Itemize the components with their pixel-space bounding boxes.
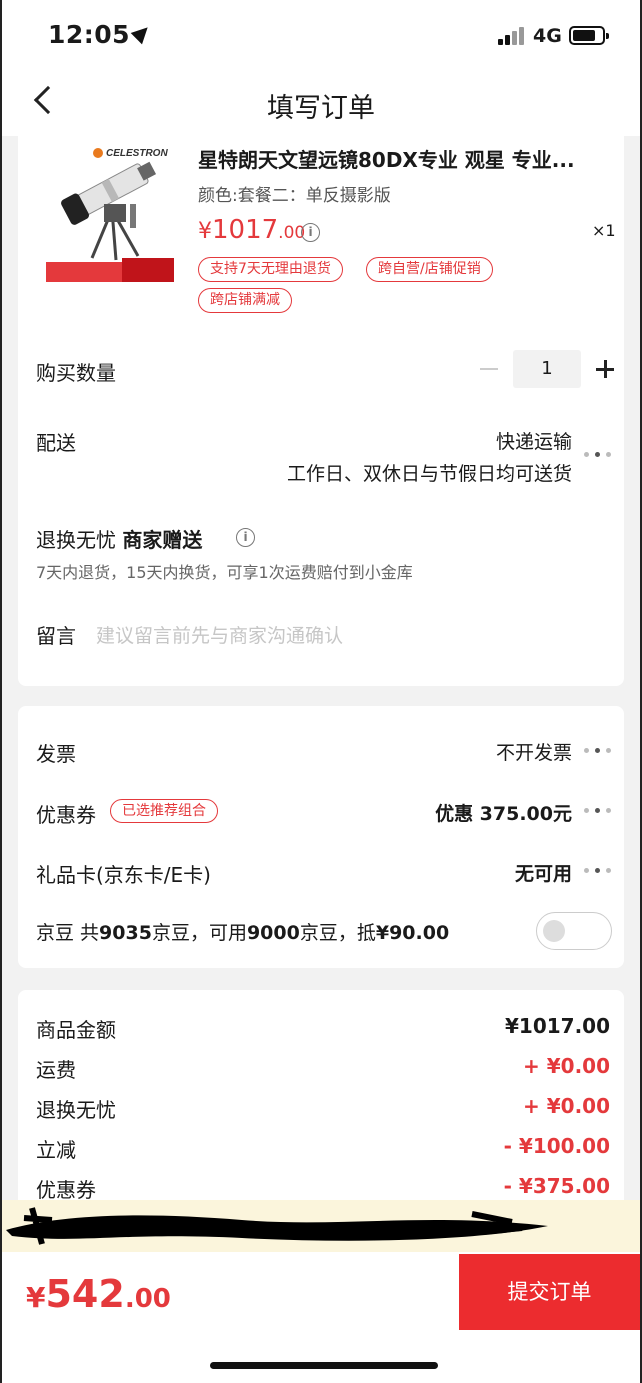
summary-coupon-label: 优惠券 bbox=[36, 1178, 96, 1202]
delivery-label: 配送 bbox=[36, 431, 76, 455]
delivery-more-icon[interactable] bbox=[584, 451, 614, 459]
page-title: 填写订单 bbox=[267, 93, 375, 124]
invoice-value[interactable]: 不开发票 bbox=[496, 738, 572, 765]
coupon-label: 优惠券 bbox=[36, 803, 96, 827]
summary-goods-value: ¥1017.00 bbox=[504, 1014, 610, 1038]
jingdou-toggle[interactable] bbox=[536, 912, 612, 950]
product-image[interactable]: CELESTRON bbox=[46, 140, 174, 282]
cellular-signal-icon bbox=[498, 27, 526, 45]
product-title[interactable]: 星特朗天文望远镜80DX专业 观星 专业... bbox=[198, 144, 608, 173]
summary-shipping-value: + ¥0.00 bbox=[523, 1054, 610, 1078]
tag-cross-store-discount: 跨店铺满减 bbox=[198, 288, 292, 313]
quantity-increase-button[interactable] bbox=[596, 360, 614, 378]
product-spec: 颜色:套餐二：单反摄影版 bbox=[198, 186, 391, 206]
brand-logo-text: CELESTRON bbox=[106, 148, 168, 159]
summary-coupon-value: - ¥375.00 bbox=[503, 1174, 610, 1198]
product-quantity: ×1 bbox=[592, 221, 616, 240]
battery-icon bbox=[569, 26, 609, 45]
price-info-icon[interactable]: i bbox=[301, 223, 320, 242]
giftcard-more-icon[interactable] bbox=[584, 867, 614, 875]
invoice-label: 发票 bbox=[36, 742, 76, 766]
summary-shipping-label: 运费 bbox=[36, 1058, 76, 1082]
quantity-input[interactable]: 1 bbox=[513, 350, 581, 388]
worry-free-description: 7天内退货，15天内换货，可享1次运费赔付到小金库 bbox=[36, 563, 413, 582]
tag-cross-store-promo: 跨自营/店铺促销 bbox=[366, 257, 493, 282]
submit-order-button[interactable]: 提交订单 bbox=[459, 1254, 640, 1330]
checkout-bar: ¥542.00 提交订单 bbox=[2, 1252, 640, 1383]
home-indicator bbox=[210, 1362, 438, 1369]
address-notice-bar[interactable] bbox=[2, 1200, 640, 1252]
location-arrow-icon bbox=[130, 21, 154, 45]
summary-worry-free-value: + ¥0.00 bbox=[523, 1094, 610, 1118]
tag-7day-return: 支持7天无理由退货 bbox=[198, 257, 343, 282]
total-price: ¥542.00 bbox=[26, 1272, 171, 1316]
jingdou-row: 京豆 共9035京豆，可用9000京豆，抵¥90.00 bbox=[36, 922, 450, 944]
quantity-decrease-button[interactable] bbox=[480, 368, 498, 370]
message-label: 留言 bbox=[36, 624, 76, 648]
network-type: 4G bbox=[533, 25, 562, 47]
worry-free-gift: 商家赠送 bbox=[122, 528, 203, 552]
worry-free-label: 退换无忧 商家赠送 bbox=[36, 528, 203, 552]
redaction-scribble bbox=[6, 1207, 548, 1245]
coupon-more-icon[interactable] bbox=[584, 807, 614, 815]
summary-goods-label: 商品金额 bbox=[36, 1018, 116, 1042]
summary-worry-free-label: 退换无忧 bbox=[36, 1098, 116, 1122]
quantity-label: 购买数量 bbox=[36, 361, 116, 385]
summary-discount-label: 立减 bbox=[36, 1138, 76, 1162]
coupon-value[interactable]: 优惠 375.00元 bbox=[435, 799, 572, 826]
giftcard-label: 礼品卡(京东卡/E卡) bbox=[36, 863, 211, 887]
message-input[interactable]: 建议留言前先与商家沟通确认 bbox=[96, 621, 343, 648]
coupon-recommended-tag: 已选推荐组合 bbox=[110, 799, 218, 823]
summary-discount-value: - ¥100.00 bbox=[503, 1134, 610, 1158]
product-price: ¥1017.00 bbox=[198, 215, 306, 245]
status-bar: 12:05 4G bbox=[2, 0, 640, 70]
navigation-bar: 填写订单 bbox=[2, 70, 640, 136]
delivery-method[interactable]: 快递运输 bbox=[496, 427, 572, 454]
worry-free-info-icon[interactable]: i bbox=[236, 528, 255, 547]
status-time: 12:05 bbox=[48, 20, 154, 49]
invoice-more-icon[interactable] bbox=[584, 747, 614, 755]
giftcard-value[interactable]: 无可用 bbox=[515, 859, 572, 886]
delivery-time[interactable]: 工作日、双休日与节假日均可送货 bbox=[287, 459, 572, 486]
